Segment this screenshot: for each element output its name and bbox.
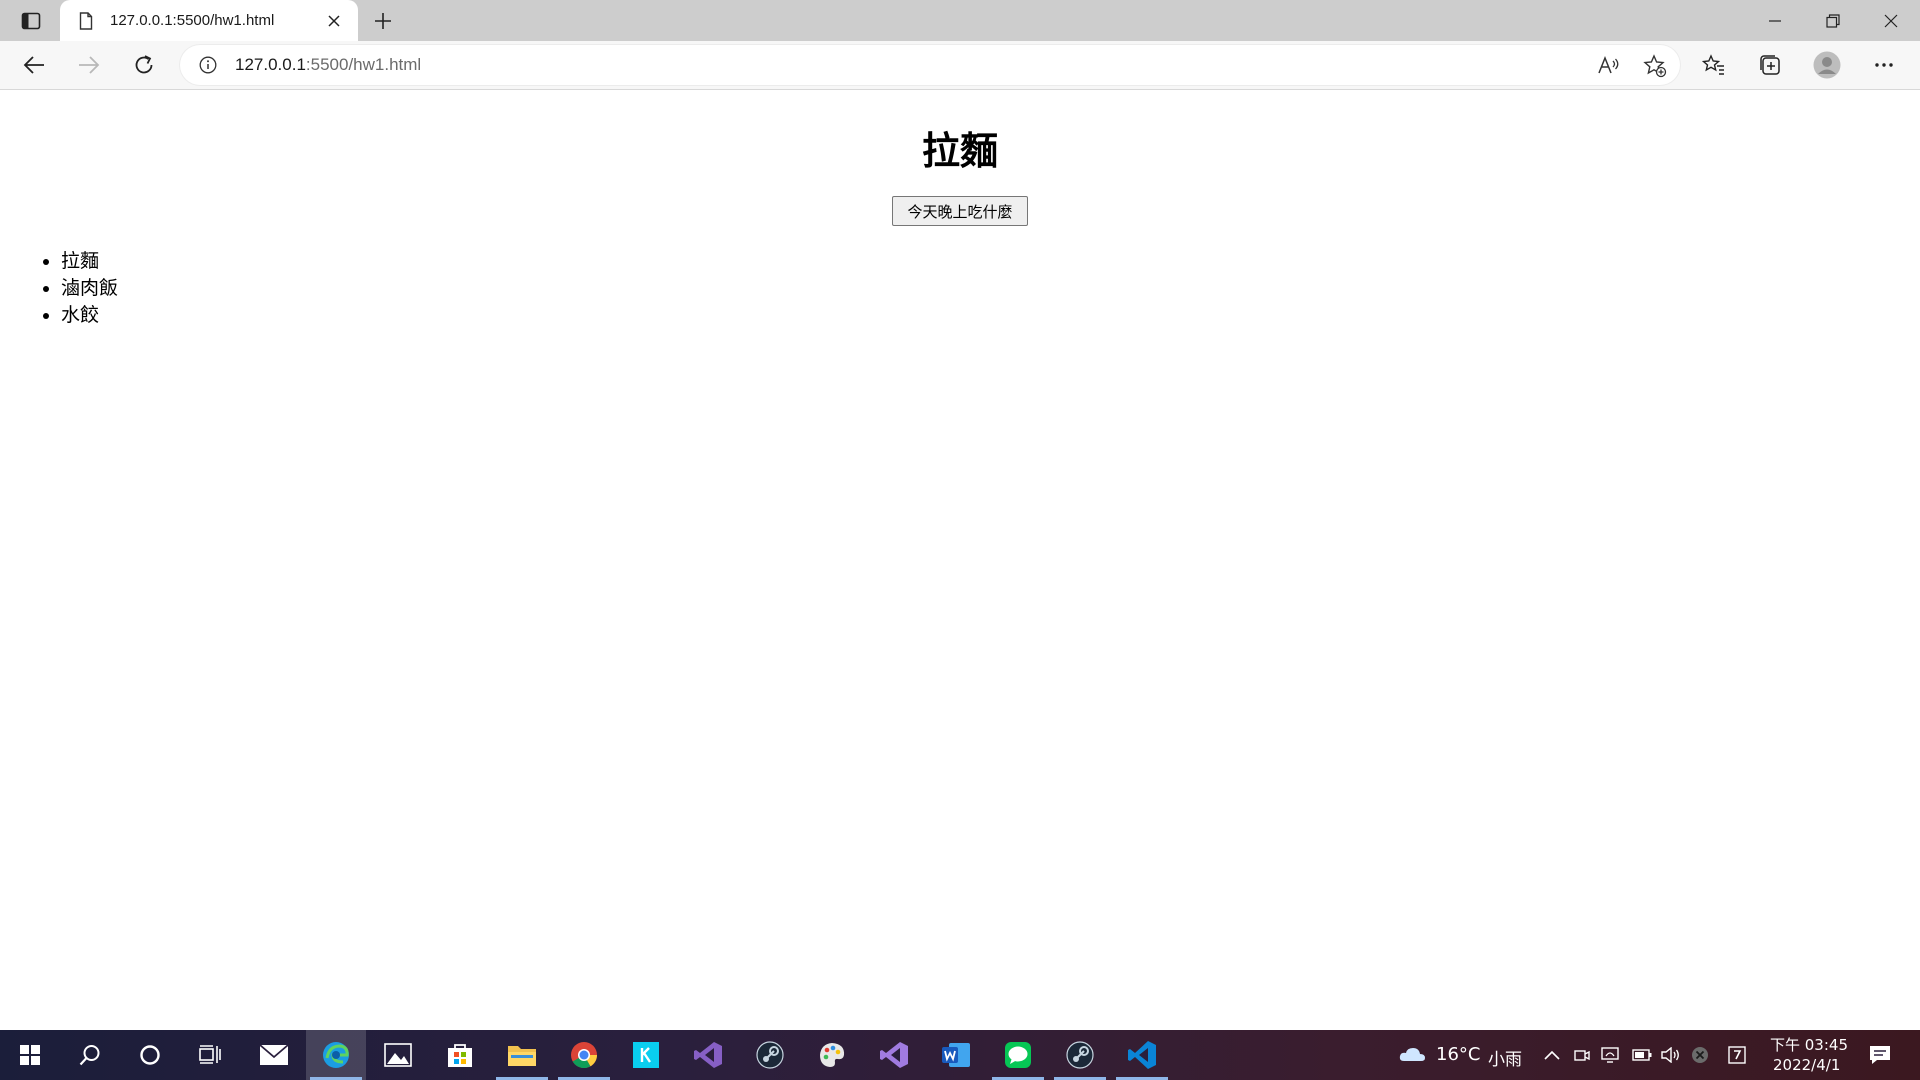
chevron-up-icon[interactable] [1542,1045,1562,1065]
url-host: 127.0.0.1 [235,55,306,74]
weather-condition: 小雨 [1488,1050,1522,1070]
task-view-icon[interactable] [180,1030,240,1080]
edge-icon[interactable] [306,1030,366,1080]
store-icon[interactable] [430,1030,490,1080]
browser-tab[interactable]: 127.0.0.1:5500/hw1.html [60,0,358,41]
status-error-icon[interactable] [1690,1045,1710,1065]
search-icon[interactable] [60,1030,120,1080]
forward-icon[interactable] [71,47,107,83]
weather-temp: 16°C [1436,1044,1481,1065]
paint-icon[interactable] [802,1030,862,1080]
read-aloud-icon[interactable] [1596,53,1622,79]
notification-icon[interactable] [1868,1045,1892,1065]
vscode-icon[interactable] [1112,1030,1172,1080]
dinner-pick-button[interactable]: 今天晚上吃什麼 [892,196,1028,226]
chrome-icon[interactable] [554,1030,614,1080]
minimize-icon[interactable] [1746,0,1804,41]
tab-actions-icon[interactable] [14,8,48,34]
restore-icon[interactable] [1804,0,1862,41]
page-content: 拉麵 今天晚上吃什麼 拉麵 滷肉飯 水餃 [0,90,1920,1030]
ime-icon[interactable] [1727,1045,1747,1065]
tab-title: 127.0.0.1:5500/hw1.html [110,12,275,29]
list-item: 水餃 [61,302,118,329]
browser-toolbar: 127.0.0.1:5500/hw1.html [0,41,1920,90]
more-options-icon[interactable] [1868,49,1900,81]
visual-studio-2-icon[interactable] [864,1030,924,1080]
clock-date[interactable]: 2022/4/1 [1773,1056,1840,1074]
taskbar: 16°C 小雨 下午 03:45 2022/4/1 [0,1030,1920,1080]
weather-icon[interactable] [1397,1045,1427,1065]
list-item: 滷肉飯 [61,275,118,302]
page-heading: 拉麵 [921,129,998,173]
food-list: 拉麵 滷肉飯 水餃 [0,248,118,329]
tab-strip: 127.0.0.1:5500/hw1.html [0,0,1920,41]
url-path: :5500/hw1.html [305,55,422,74]
line-icon[interactable] [988,1030,1048,1080]
kkbox-icon[interactable] [616,1030,676,1080]
refresh-icon[interactable] [126,47,162,83]
page-icon [76,11,96,31]
list-item: 拉麵 [61,248,118,275]
site-info-icon[interactable] [198,55,218,75]
favorites-icon[interactable] [1698,49,1730,81]
steam-2-icon[interactable] [1050,1030,1110,1080]
back-icon[interactable] [16,47,52,83]
file-explorer-icon[interactable] [492,1030,552,1080]
battery-icon[interactable] [1632,1045,1652,1065]
meet-now-icon[interactable] [1572,1045,1592,1065]
profile-avatar-icon[interactable] [1811,49,1843,81]
word-icon[interactable] [926,1030,986,1080]
steam-icon[interactable] [740,1030,800,1080]
add-favorite-icon[interactable] [1642,53,1668,79]
address-bar[interactable]: 127.0.0.1:5500/hw1.html [180,45,1680,85]
start-icon[interactable] [0,1030,60,1080]
network-icon[interactable] [1600,1045,1620,1065]
close-tab-icon[interactable] [322,9,346,33]
collections-icon[interactable] [1754,49,1786,81]
close-window-icon[interactable] [1862,0,1920,41]
new-tab-icon[interactable] [369,7,397,35]
photos-icon[interactable] [368,1030,428,1080]
clock-time[interactable]: 下午 03:45 [1770,1034,1848,1055]
cortana-icon[interactable] [120,1030,180,1080]
url-text: 127.0.0.1:5500/hw1.html [235,55,421,75]
volume-icon[interactable] [1660,1045,1680,1065]
visual-studio-icon[interactable] [678,1030,738,1080]
mail-icon[interactable] [244,1030,304,1080]
